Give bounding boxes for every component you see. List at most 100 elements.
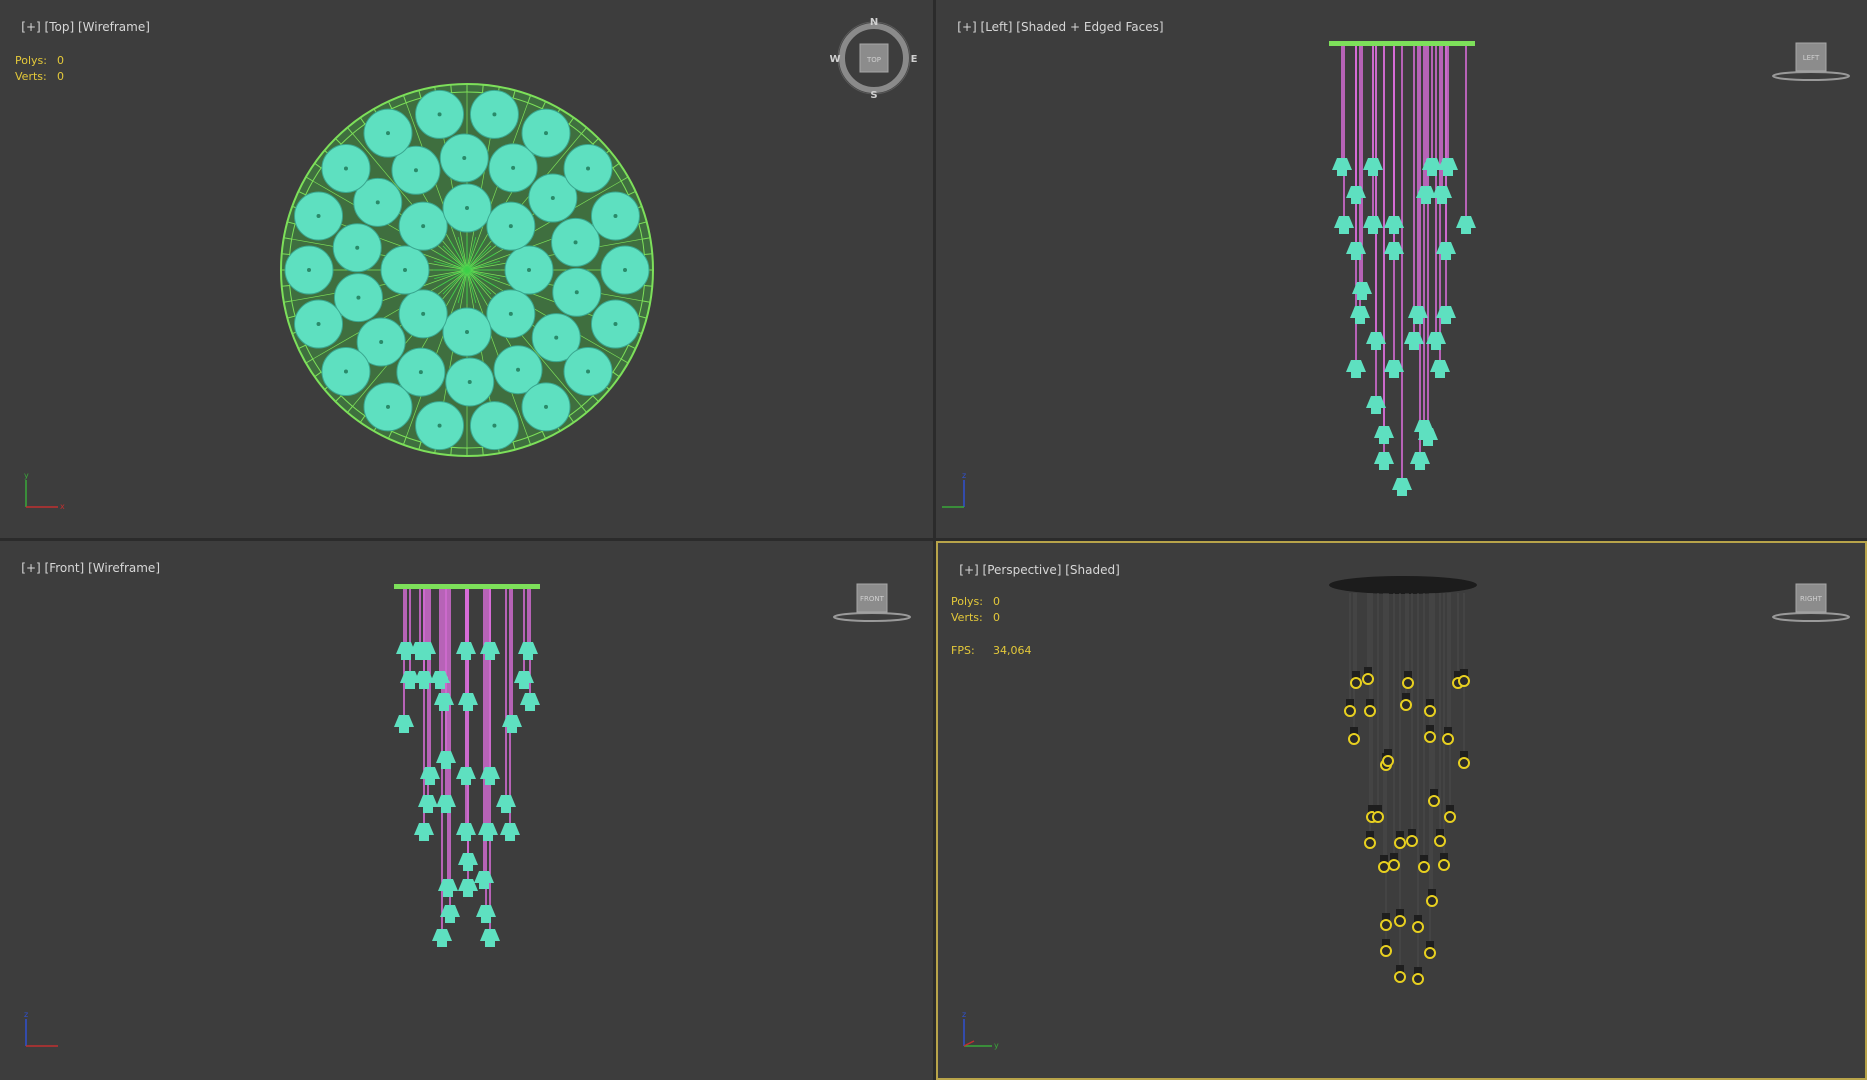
svg-text:z: z (962, 472, 966, 480)
pendant-disc-center (462, 156, 467, 161)
viewport-perspective-view-menu[interactable]: [Perspective] (983, 563, 1062, 577)
viewport-perspective-shading-menu[interactable]: [Shaded] (1065, 563, 1120, 577)
pendant-base (435, 683, 445, 689)
pendant-base (501, 807, 511, 813)
pendant-shade (1408, 306, 1428, 318)
pendant-base (405, 683, 415, 689)
pendant-shade (1332, 158, 1352, 170)
pendant-shade (1384, 242, 1404, 254)
viewport-front-plus-menu[interactable]: [+] (21, 561, 40, 575)
viewport-top-plus-menu[interactable]: [+] (21, 20, 40, 34)
viewcube-perspective[interactable]: RIGHT (1769, 581, 1853, 625)
pendant-shade (1346, 242, 1366, 254)
pendant-bulb (1380, 919, 1392, 931)
pendant-base (479, 883, 489, 889)
pendant-bulb (1426, 895, 1438, 907)
plate-rim-tick (281, 285, 290, 287)
viewport-front-label: [+] [Front] [Wireframe] (6, 547, 160, 589)
pendant-shade (480, 929, 500, 941)
pendant-base (401, 654, 411, 660)
pendant-disc-center (421, 224, 426, 229)
pendant-base (1389, 372, 1399, 378)
viewport-front[interactable]: [+] [Front] [Wireframe] FRONT z (0, 541, 933, 1080)
verts-value: 0 (993, 611, 1000, 624)
pendant-shade (1426, 332, 1446, 344)
pendant-base (1441, 254, 1451, 260)
polys-value: 0 (993, 595, 1000, 608)
compass-west[interactable]: W (830, 54, 841, 65)
viewport-perspective-label: [+] [Perspective] [Shaded] (944, 549, 1120, 591)
axis-tripod-icon: z (942, 472, 966, 508)
viewport-front-view-menu[interactable]: [Front] (45, 561, 85, 575)
viewport-left-view-menu[interactable]: [Left] (981, 20, 1013, 34)
compass-north[interactable]: N (870, 17, 878, 28)
pendant-shade (474, 871, 494, 883)
pendant-bulb (1348, 733, 1360, 745)
pendant-base (485, 654, 495, 660)
axis-tripod-icon: z (24, 1011, 58, 1047)
viewcube-left[interactable]: LEFT (1769, 40, 1853, 84)
viewport-top-view-menu[interactable]: [Top] (45, 20, 75, 34)
pendant-shade (1430, 360, 1450, 372)
svg-text:y: y (994, 1041, 999, 1050)
viewcube-compass[interactable]: TOP N S E W (830, 14, 918, 102)
viewcube-front[interactable]: FRONT (830, 581, 914, 625)
viewport-top[interactable]: [+] [Top] [Wireframe] Polys: 0 Verts: 0 TO… (0, 0, 933, 538)
pendant-disc-center (355, 245, 360, 250)
pendant-base (1371, 408, 1381, 414)
pendant-base (461, 654, 471, 660)
viewport-front-shading-menu[interactable]: [Wireframe] (88, 561, 160, 575)
pendant-base (1431, 344, 1441, 350)
pendant-bulb (1458, 757, 1470, 769)
pendant-base (441, 763, 451, 769)
pendant-shade (394, 715, 414, 727)
pendant-disc-center (574, 290, 579, 295)
pendant-shade (436, 751, 456, 763)
pendant-shade (1352, 282, 1372, 294)
pendant-disc-center (343, 166, 348, 171)
pendant-shade (1366, 332, 1386, 344)
top-stats: Polys: 0 Verts: 0 (15, 54, 64, 86)
pendant-shade (418, 795, 438, 807)
pendant-base (443, 891, 453, 897)
pendant-disc-center (613, 213, 618, 218)
viewport-left[interactable]: [+] [Left] [Shaded + Edged Faces] LEFT z (936, 0, 1867, 538)
pendant-disc-center (316, 322, 321, 327)
pendant-shade (1363, 158, 1383, 170)
pendant-shade (1384, 216, 1404, 228)
ceiling-plate (394, 584, 540, 589)
pendant-disc-center (550, 196, 555, 201)
pendant-base (399, 727, 409, 733)
pendant-disc-center (437, 112, 442, 117)
pendant-shade (434, 693, 454, 705)
pendant-shade (1384, 360, 1404, 372)
viewport-top-shading-menu[interactable]: [Wireframe] (78, 20, 150, 34)
perspective-shaded-scene (1329, 576, 1477, 985)
pendant-base (461, 779, 471, 785)
pendant-base (441, 807, 451, 813)
pendant-shade (1346, 360, 1366, 372)
pendant-base (461, 835, 471, 841)
viewport-left-label: [+] [Left] [Shaded + Edged Faces] (942, 6, 1163, 48)
pendant-shade (1334, 216, 1354, 228)
viewport-top-label: [+] [Top] [Wireframe] (6, 6, 150, 48)
front-wireframe-scene (394, 584, 540, 947)
pendant-base (439, 705, 449, 711)
pendant-base (1351, 372, 1361, 378)
pendant-bulb (1424, 947, 1436, 959)
viewport-perspective[interactable]: [+] [Perspective] [Shaded] Polys: 0 Verts… (936, 541, 1867, 1080)
verts-label: Verts: (15, 70, 47, 83)
compass-south[interactable]: S (870, 90, 877, 101)
viewport-perspective-plus-menu[interactable]: [+] (959, 563, 978, 577)
pendant-bulb (1394, 915, 1406, 927)
compass-east[interactable]: E (911, 54, 918, 65)
pendant-base (1371, 344, 1381, 350)
viewport-left-plus-menu[interactable]: [+] (957, 20, 976, 34)
pendant-bulb (1364, 837, 1376, 849)
pendant-disc-center (465, 330, 469, 334)
pendant-disc-center (508, 224, 513, 229)
pendant-disc-center (511, 165, 516, 170)
plate-rim-tick (482, 84, 484, 93)
pendant-base (1368, 170, 1378, 176)
viewport-left-shading-menu[interactable]: [Shaded + Edged Faces] (1016, 20, 1163, 34)
